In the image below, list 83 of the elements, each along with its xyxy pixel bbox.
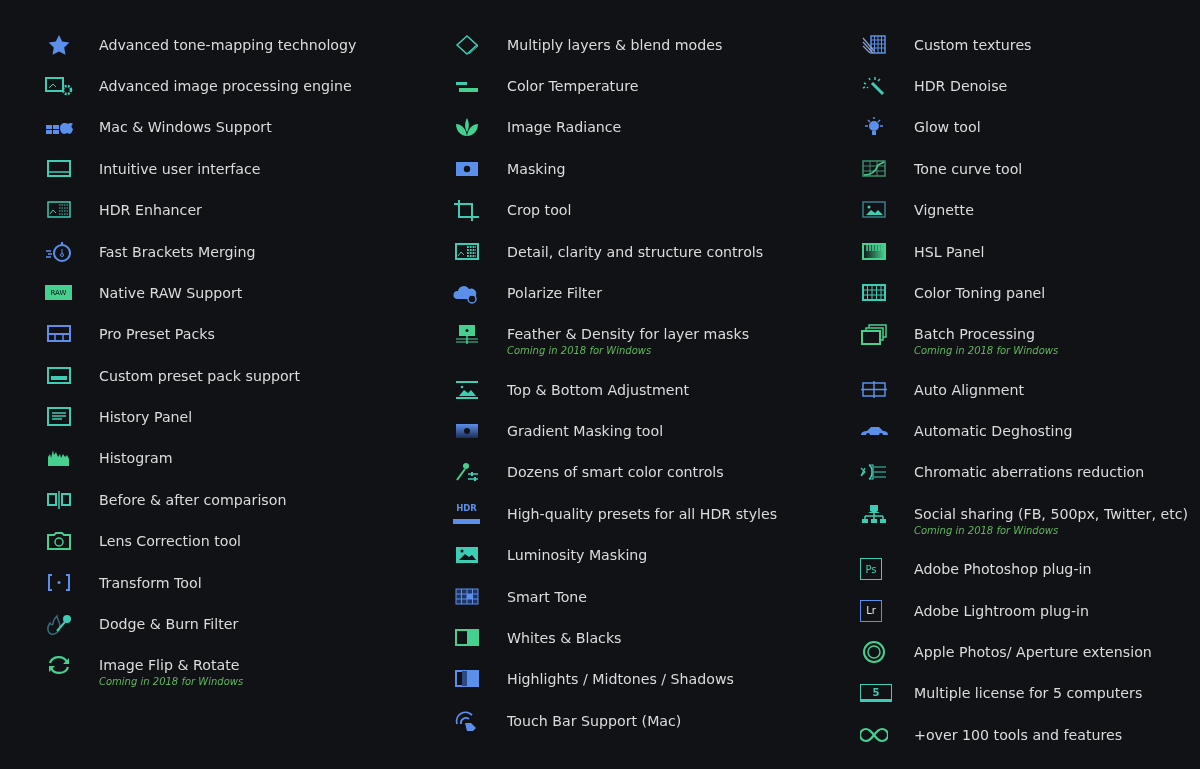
feature-name: Advanced tone-mapping technology	[99, 35, 357, 55]
feature-name: Mac & Windows Support	[99, 118, 272, 138]
feature-name: Histogram	[99, 449, 173, 469]
feature-name: HSL Panel	[914, 242, 985, 262]
feature-name: Lens Correction tool	[99, 532, 242, 552]
image-grid-icon	[453, 240, 481, 263]
focus-brackets-icon	[45, 571, 73, 594]
stacked-frames-icon	[860, 323, 888, 346]
feature-name: HDR Enhancer	[99, 201, 202, 221]
feature-name: Luminosity Masking	[507, 546, 648, 566]
feature-name: Masking	[507, 159, 566, 179]
feature-name: Image Radiance	[507, 118, 622, 138]
dropper-sliders-icon	[453, 461, 481, 484]
image-gear-icon	[45, 75, 73, 98]
feature-name: Before & after comparison	[99, 490, 287, 510]
feature-name: History Panel	[99, 408, 193, 428]
laptop-number-icon: 5	[860, 684, 892, 703]
feature-name: Batch Processing	[914, 325, 1037, 345]
split-compare-icon	[45, 488, 73, 511]
feature-name: Dodge & Burn Filter	[99, 614, 239, 634]
feature-name: Native RAW Support	[99, 283, 243, 303]
monitor-icon	[45, 157, 73, 180]
feature-name: Smart Tone	[507, 587, 588, 607]
feature-name: Image Flip & Rotate	[99, 656, 241, 676]
feature-name: Dozens of smart color controls	[507, 463, 724, 483]
camera-icon	[45, 530, 73, 553]
feature-name: Tone curve tool	[914, 159, 1023, 179]
layers-icon	[453, 33, 481, 56]
feature-name: Touch Bar Support (Mac)	[507, 711, 682, 731]
feature-name: Adobe Photoshop plug-in	[914, 560, 1092, 580]
feature-name: Auto Alignment	[914, 380, 1025, 400]
feature-name: Vignette	[914, 201, 974, 221]
grid-cross-icon	[860, 378, 888, 401]
feature-name: Whites & Blacks	[507, 628, 622, 648]
grid-icon	[453, 585, 481, 608]
feature-name: Chromatic aberrations reduction	[914, 463, 1145, 483]
monitor-slider-icon	[453, 323, 481, 346]
feature-name: High-quality presets for all HDR styles	[507, 504, 778, 524]
feature-name: HDR Denoise	[914, 77, 1008, 97]
feature-name: Social sharing (FB, 500px, Twitter, etc)	[914, 504, 1189, 524]
feature-name: Intuitive user interface	[99, 159, 261, 179]
feature-name: Transform Tool	[99, 573, 202, 593]
hatch-grid-icon	[860, 33, 888, 56]
ring-icon	[860, 640, 888, 663]
network-icon	[860, 502, 888, 525]
feature-name: Custom textures	[914, 35, 1032, 55]
feature-name: Feather & Density for layer masks	[507, 325, 750, 345]
half-square-icon	[453, 626, 481, 649]
feature-name: Polarize Filter	[507, 283, 602, 303]
feature-name: Advanced image processing engine	[99, 77, 352, 97]
landscape-lines-icon	[453, 378, 481, 401]
document-icon	[45, 406, 73, 429]
feature-name: Pro Preset Packs	[99, 325, 215, 345]
flame-dropper-icon	[45, 612, 73, 635]
curve-grid-icon	[860, 157, 888, 180]
feature-name: Crop tool	[507, 201, 572, 221]
feature-name: Multiply layers & blend modes	[507, 35, 723, 55]
feature-name: Color Temperature	[507, 77, 639, 97]
feature-name: Automatic Deghosting	[914, 422, 1073, 442]
feature-name: Glow tool	[914, 118, 981, 138]
feature-name: Custom preset pack support	[99, 366, 300, 386]
feature-name: Highlights / Midtones / Shadows	[507, 670, 734, 690]
lr-badge-icon: Lr	[860, 599, 882, 622]
availability-note: Coming in 2018 for Windows	[914, 344, 1059, 359]
ps-badge-icon: Ps	[860, 558, 882, 581]
feature-name: Top & Bottom Adjustment	[507, 380, 690, 400]
availability-note: Coming in 2018 for Windows	[914, 523, 1060, 538]
stopwatch-icon	[45, 240, 73, 263]
availability-note: Coming in 2018 for Windows	[507, 344, 653, 359]
feature-name: Gradient Masking tool	[507, 422, 664, 442]
feature-name: Adobe Lightroom plug-in	[914, 601, 1089, 621]
crop-icon	[453, 199, 481, 222]
feature-name: Color Toning panel	[914, 283, 1046, 303]
availability-note: Coming in 2018 for Windows	[99, 675, 244, 690]
feature-name: Multiple license for 5 computers	[914, 684, 1143, 704]
feature-name: Detail, clarity and structure controls	[507, 242, 764, 262]
feature-name: Apple Photos/ Aperture extension	[914, 642, 1152, 662]
hsl-panel-icon	[860, 240, 888, 263]
grid-icon	[860, 281, 888, 304]
panel-icon	[45, 364, 73, 387]
feature-name: +over 100 tools and features	[914, 725, 1123, 745]
feature-name: Fast Brackets Merging	[99, 242, 256, 262]
leaf-icon	[453, 116, 481, 139]
